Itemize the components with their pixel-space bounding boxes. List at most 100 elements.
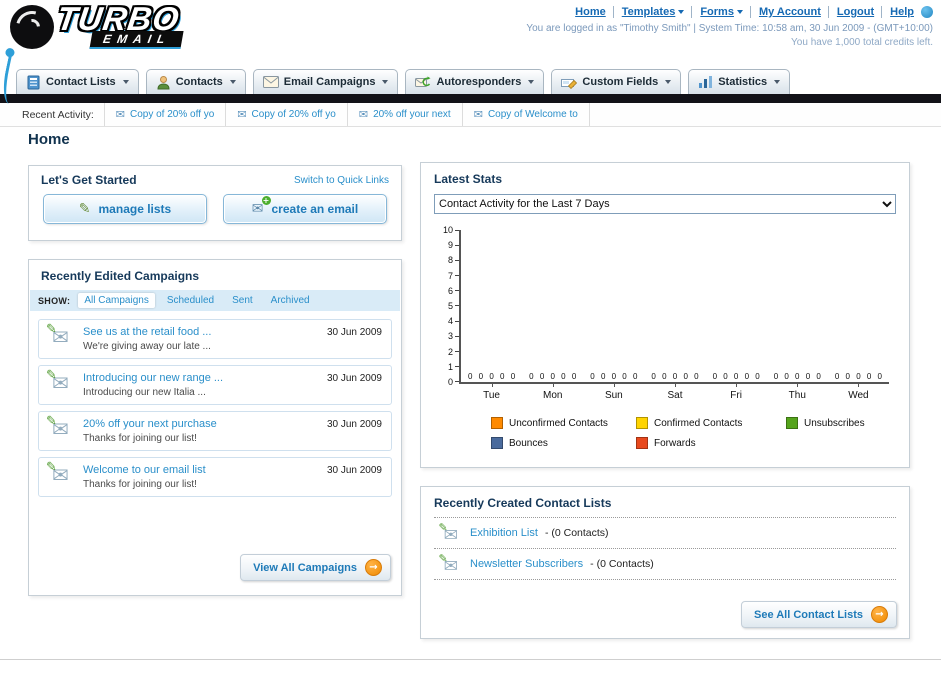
campaign-list: ✉ ✎ See us at the retail food ... We're g… <box>29 311 401 499</box>
get-started-panel: Let's Get Started Switch to Quick Links … <box>28 165 402 241</box>
legend-swatch <box>491 417 503 429</box>
campaign-title-link[interactable]: See us at the retail food ... <box>83 326 313 338</box>
legend-item: Confirmed Contacts <box>636 417 786 429</box>
nav-tab-label: Custom Fields <box>582 76 659 88</box>
nav-tab-label: Email Campaigns <box>283 76 376 88</box>
chart-value-labels: 0 0 0 0 0 <box>773 372 821 381</box>
recent-activity-link[interactable]: 20% off your next <box>373 109 451 120</box>
nav-tab-contacts[interactable]: Contacts <box>145 69 246 94</box>
nav-tab-statistics[interactable]: Statistics <box>688 69 791 94</box>
legend-swatch <box>636 417 648 429</box>
contact-list-item: ✉ ✎ Newsletter Subscribers - (0 Contacts) <box>434 548 896 580</box>
manage-lists-button[interactable]: ✎ manage lists <box>43 194 207 224</box>
create-email-button[interactable]: ✉ + create an email <box>223 194 387 224</box>
contact-list-link[interactable]: Exhibition List <box>470 527 538 539</box>
campaign-title-link[interactable]: Introducing our new range ... <box>83 372 313 384</box>
nav-tab-autoresponders[interactable]: Autoresponders <box>405 69 545 94</box>
recent-activity-link[interactable]: Copy of 20% off yo <box>130 109 214 120</box>
top-nav-link[interactable]: My Account <box>749 6 821 18</box>
chart-bar-group: 0 0 0 0 0 <box>828 230 889 382</box>
chart-x-label: Tue <box>461 384 522 401</box>
chart-value-labels: 0 0 0 0 0 <box>651 372 699 381</box>
campaign-row[interactable]: ✉ ✎ Welcome to our email list Thanks for … <box>38 457 392 497</box>
top-nav-link[interactable]: Logout <box>827 6 875 18</box>
help-bubble-icon[interactable] <box>921 6 933 18</box>
recent-activity-item[interactable]: ✉ Copy of 20% off yo <box>225 103 347 126</box>
contact-lists-actions: See All Contact Lists → <box>421 597 909 638</box>
stats-period-select[interactable]: Contact Activity for the Last 7 Days <box>434 194 896 214</box>
top-nav-link-label: Logout <box>836 6 875 18</box>
chart-plot-area: 0 0 0 0 0 0 0 0 0 0 0 0 0 0 0 0 0 0 0 0 0 0 … <box>459 230 889 384</box>
top-nav-link[interactable]: Help <box>881 6 914 18</box>
top-nav-link[interactable]: Forms <box>691 6 743 18</box>
nav-tab-label: Contact Lists <box>46 76 116 88</box>
header-right: Home Templates Forms My Account Logout H… <box>526 6 933 48</box>
campaign-row[interactable]: ✉ ✎ See us at the retail food ... We're g… <box>38 319 392 359</box>
campaign-edit-icon: ✉ ✎ <box>46 322 69 349</box>
email-icon: ✉ <box>358 108 369 121</box>
top-nav-link-label: Home <box>575 6 606 18</box>
chart-x-label: Mon <box>522 384 583 401</box>
legend-swatch <box>491 437 503 449</box>
campaigns-actions: View All Campaigns → <box>29 548 401 595</box>
campaign-row[interactable]: ✉ ✎ Introducing our new range ... Introdu… <box>38 365 392 405</box>
chart-bar-group: 0 0 0 0 0 <box>522 230 583 382</box>
campaign-edit-icon: ✉ ✎ <box>46 414 69 441</box>
get-started-header: Let's Get Started Switch to Quick Links <box>29 166 401 191</box>
campaign-row[interactable]: ✉ ✎ 20% off your next purchase Thanks for… <box>38 411 392 451</box>
get-started-buttons: ✎ manage lists ✉ + create an email <box>29 191 401 227</box>
recent-activity-label: Recent Activity: <box>22 108 94 121</box>
recent-activity-link[interactable]: Copy of Welcome to <box>488 109 578 120</box>
top-nav-link-label: My Account <box>758 6 821 18</box>
campaign-title-link[interactable]: Welcome to our email list <box>83 464 313 476</box>
nav-tab-label: Autoresponders <box>436 76 522 88</box>
nav-tab-contact-lists[interactable]: Contact Lists <box>16 69 139 94</box>
get-started-title: Let's Get Started <box>41 173 137 187</box>
legend-label: Bounces <box>509 437 548 449</box>
chart-value-labels: 0 0 0 0 0 <box>834 372 882 381</box>
page-title: Home <box>28 131 70 148</box>
contact-list-item: ✉ ✎ Exhibition List - (0 Contacts) <box>434 517 896 548</box>
campaign-title-link[interactable]: 20% off your next purchase <box>83 418 313 430</box>
contacts-icon <box>157 75 170 89</box>
top-nav: Home Templates Forms My Account Logout H… <box>526 6 933 18</box>
campaign-date: 30 Jun 2009 <box>326 327 382 338</box>
recent-activity-item[interactable]: ✉ Copy of Welcome to <box>461 103 590 126</box>
custom-fields-icon <box>561 78 578 89</box>
campaign-filter-tab[interactable]: All Campaigns <box>78 293 155 308</box>
chart-value-labels: 0 0 0 0 0 <box>590 372 638 381</box>
chevron-down-icon <box>382 80 389 84</box>
latest-stats-panel: Latest Stats Contact Activity for the La… <box>420 162 910 468</box>
chevron-down-icon <box>665 80 672 84</box>
top-nav-link[interactable]: Home <box>575 6 606 18</box>
manage-lists-label: manage lists <box>98 202 172 216</box>
campaign-subtitle: We're giving away our late ... <box>83 341 211 352</box>
recent-activity-link[interactable]: Copy of 20% off yo <box>252 109 336 120</box>
campaign-edit-icon: ✉ ✎ <box>46 460 69 487</box>
recent-activity-item[interactable]: ✉ 20% off your next <box>346 103 462 126</box>
top-nav-link[interactable]: Templates <box>612 6 685 18</box>
legend-label: Confirmed Contacts <box>654 417 743 429</box>
chart-x-label: Sat <box>644 384 705 401</box>
campaign-filter-tab[interactable]: Archived <box>265 293 316 308</box>
chart-value-labels: 0 0 0 0 0 <box>529 372 577 381</box>
create-email-label: create an email <box>271 202 359 216</box>
chevron-down-icon <box>774 80 781 84</box>
chart-bar-group: 0 0 0 0 0 <box>644 230 705 382</box>
nav-tab-custom-fields[interactable]: Custom Fields <box>551 69 682 94</box>
see-all-contact-lists-button[interactable]: See All Contact Lists → <box>740 601 897 628</box>
recent-activity-item[interactable]: ✉ Copy of 20% off yo <box>103 103 226 126</box>
view-all-campaigns-button[interactable]: View All Campaigns → <box>240 554 391 581</box>
campaign-filter-tab[interactable]: Scheduled <box>161 293 220 308</box>
chevron-down-icon <box>678 10 685 14</box>
contact-activity-chart: 10 9 8 7 6 5 4 3 2 1 0 0 0 0 0 00 0 0 0 00 0 0 0 0… <box>435 225 889 401</box>
nav-tab-email-campaigns[interactable]: Email Campaigns <box>252 69 399 94</box>
main-nav: Contact Lists Contacts Email Campaigns A… <box>16 69 791 94</box>
legend-item: Forwards <box>636 437 786 449</box>
email-plus-icon: ✉ + <box>251 196 271 217</box>
contact-list-link[interactable]: Newsletter Subscribers <box>470 558 583 570</box>
email-campaigns-icon <box>262 76 279 88</box>
contact-list-count: - (0 Contacts) <box>544 527 609 539</box>
switch-quick-links-link[interactable]: Switch to Quick Links <box>294 175 389 186</box>
campaign-filter-tab[interactable]: Sent <box>226 293 259 308</box>
